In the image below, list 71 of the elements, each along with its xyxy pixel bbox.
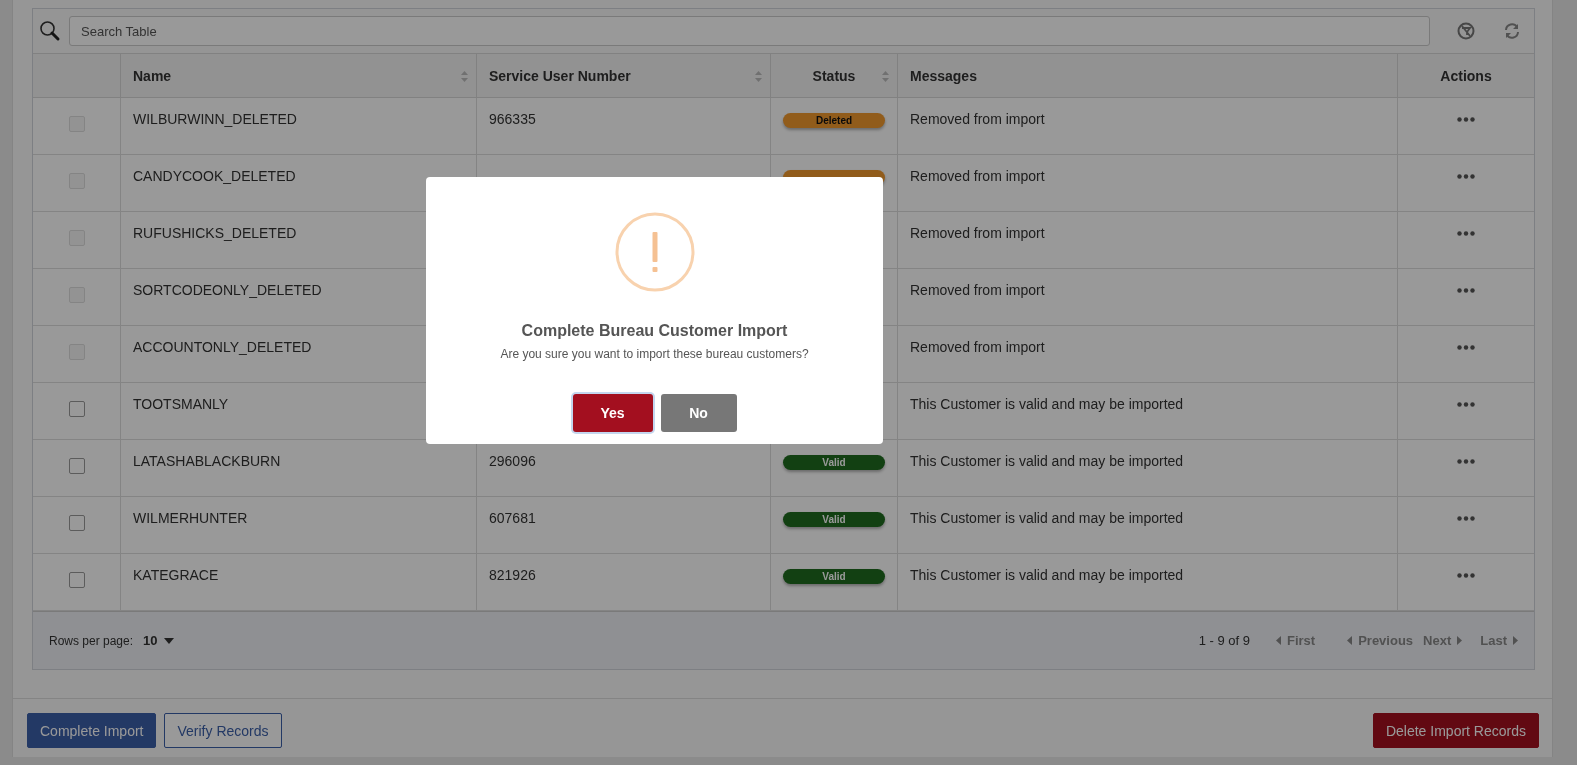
row-checkbox[interactable] [68,401,85,417]
message-text: Removed from import [910,225,1045,241]
row-checkbox[interactable] [68,572,85,588]
status-badge: Valid [783,569,885,584]
name-text: WILMERHUNTER [133,510,248,526]
number-text: 821926 [489,567,536,583]
row-checkbox[interactable] [68,458,85,474]
message-text: This Customer is valid and may be imported [910,453,1184,469]
message-text: Removed from import [910,282,1045,298]
column-header[interactable]: Service User Number [476,53,770,98]
name-text: LATASHABLACKBURN [133,453,281,469]
action-button[interactable]: Complete Import [27,713,157,748]
number-text: 966335 [489,111,536,127]
refresh-icon[interactable] [1502,21,1522,41]
name-text: RUFUSHICKS_DELETED [133,225,297,241]
caret-left-icon [1276,636,1281,645]
more-icon[interactable] [1457,573,1475,578]
more-icon[interactable] [1457,345,1475,350]
number-text: 296096 [489,453,536,469]
page-range: 1 - 9 of 9 [1198,633,1250,648]
action-button[interactable]: Delete Import Records [1372,713,1539,748]
name-text: TOOTSMANLY [133,396,229,412]
message-text: Removed from import [910,168,1045,184]
caret-left-icon [1347,636,1353,645]
column-header: Actions [1397,53,1534,98]
name-text: KATEGRACE [133,567,219,583]
name-text: WILBURWINN_DELETED [133,111,297,127]
caret-right-icon [1457,636,1463,645]
yes-button[interactable]: Yes [572,394,653,432]
more-icon[interactable] [1457,516,1475,521]
caret-right-icon [1513,636,1518,645]
status-badge: Valid [783,512,885,527]
column-header[interactable]: Name [120,53,476,98]
more-icon[interactable] [1457,459,1475,464]
message-text: Removed from import [910,339,1045,355]
more-icon[interactable] [1457,117,1475,122]
previous-page-link[interactable]: Previous [1347,633,1414,648]
warning-icon [614,212,695,292]
no-button[interactable]: No [660,394,737,432]
rows-per-page-label: Rows per page: [49,633,134,648]
clear-filter-icon[interactable] [1456,21,1476,41]
more-icon[interactable] [1457,174,1475,179]
rows-per-page-select[interactable]: 10 [143,633,174,648]
column-header: Messages [897,53,1397,98]
row-checkbox[interactable] [68,515,85,531]
last-page-link[interactable]: Last [1480,633,1518,648]
name-text: SORTCODEONLY_DELETED [133,282,322,298]
number-text: 607681 [489,510,536,526]
name-text: ACCOUNTONLY_DELETED [133,339,312,355]
message-text: Removed from import [910,111,1045,127]
search-field[interactable]: Search Table [69,16,1430,46]
message-text: This Customer is valid and may be imported [910,396,1184,412]
column-header[interactable]: Status [770,53,897,98]
name-text: CANDYCOOK_DELETED [133,168,296,184]
action-button[interactable]: Verify Records [164,713,282,748]
dialog-message: Are you sure you want to import these bureau customers? [500,347,809,361]
sort-icon [461,71,468,82]
more-icon[interactable] [1457,288,1475,293]
message-text: This Customer is valid and may be imported [910,567,1184,583]
search-icon [39,20,61,42]
status-badge: Valid [783,455,885,470]
sort-icon [755,71,762,82]
message-text: This Customer is valid and may be imported [910,510,1184,526]
more-icon[interactable] [1457,231,1475,236]
next-page-link[interactable]: Next [1423,633,1463,648]
caret-down-icon [163,637,174,644]
status-badge: Deleted [783,113,885,128]
more-icon[interactable] [1457,402,1475,407]
sort-icon [882,71,889,82]
first-page-link[interactable]: First [1276,633,1316,648]
dialog-title: Complete Bureau Customer Import [521,322,788,340]
